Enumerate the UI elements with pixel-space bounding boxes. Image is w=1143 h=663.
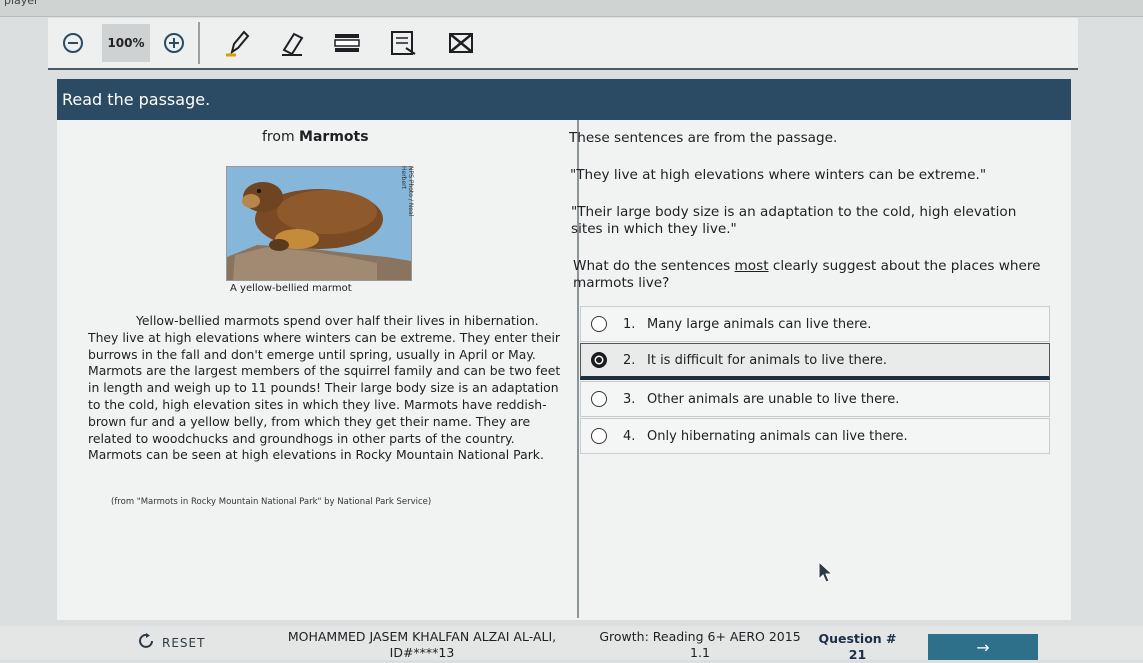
passage-body: Yellow-bellied marmots spend over half t…	[88, 313, 561, 463]
question-number: 21	[848, 647, 867, 662]
toolbar: 100%	[48, 18, 1078, 70]
eraser-icon[interactable]	[274, 26, 308, 60]
radio-button-selected[interactable]	[591, 352, 607, 368]
answer-choice-1[interactable]: 1. Many large animals can live there.	[580, 306, 1050, 342]
pane-divider[interactable]	[577, 120, 579, 618]
student-info: MOHAMMED JASEM KHALFAN ALZAI AL-ALI, ID#…	[267, 629, 577, 661]
highlighter-icon[interactable]	[220, 26, 254, 60]
test-name: Growth: Reading 6+ AERO 2015	[599, 629, 801, 644]
marmot-photo	[226, 166, 412, 281]
question-stem: What do the sentences most clearly sugge…	[573, 258, 1041, 291]
photo-credit: NPS Photo / Neal Herbert	[400, 166, 414, 217]
passage-title: from Marmots	[262, 129, 369, 145]
question-number-display: Question # 21	[815, 631, 900, 663]
question-label: Question #	[818, 631, 897, 646]
question-intro: These sentences are from the passage.	[569, 130, 838, 146]
toolbar-divider	[198, 22, 200, 64]
answer-choice-2[interactable]: 2. It is difficult for animals to live t…	[580, 343, 1050, 380]
choice-number: 3.	[623, 391, 636, 407]
strikethrough-icon[interactable]	[444, 26, 478, 60]
choice-text: Other animals are unable to live there.	[647, 391, 900, 407]
choice-text: It is difficult for animals to live ther…	[647, 352, 887, 368]
line-reader-icon[interactable]	[330, 26, 364, 60]
browser-top-bar: player	[0, 0, 1143, 17]
radio-button[interactable]	[591, 391, 607, 407]
zoom-in-icon[interactable]	[161, 26, 187, 60]
choice-text: Only hibernating animals can live there.	[647, 428, 908, 444]
passage-citation: (from "Marmots in Rocky Mountain Nationa…	[111, 497, 432, 507]
test-info: Growth: Reading 6+ AERO 2015 1.1	[590, 629, 810, 661]
zoom-out-icon[interactable]	[60, 26, 86, 60]
app-title: player	[4, 0, 39, 7]
next-button[interactable]: →	[928, 634, 1038, 660]
instruction-header: Read the passage.	[57, 79, 1071, 120]
quoted-sentence-1: "They live at high elevations where wint…	[570, 167, 987, 183]
answer-choice-3[interactable]: 3. Other animals are unable to live ther…	[580, 381, 1050, 417]
radio-button[interactable]	[591, 428, 607, 444]
quoted-sentence-2: "Their large body size is an adaptation …	[571, 204, 1017, 237]
reset-button[interactable]: RESET	[138, 633, 205, 652]
radio-button[interactable]	[591, 316, 607, 332]
choice-number: 2.	[623, 352, 636, 368]
notepad-icon[interactable]	[386, 26, 420, 60]
choice-number: 4.	[623, 428, 636, 444]
reset-label: RESET	[162, 635, 206, 650]
choice-text: Many large animals can live there.	[647, 316, 872, 332]
photo-caption: A yellow-bellied marmot	[230, 283, 352, 294]
mouse-cursor-icon	[818, 560, 834, 587]
test-version: 1.1	[690, 645, 710, 660]
answer-choice-4[interactable]: 4. Only hibernating animals can live the…	[580, 418, 1050, 454]
student-id: ID#****13	[389, 645, 455, 660]
choice-number: 1.	[623, 316, 636, 332]
zoom-level: 100%	[102, 24, 150, 62]
student-name: MOHAMMED JASEM KHALFAN ALZAI AL-ALI,	[287, 629, 557, 644]
reset-icon	[138, 633, 156, 652]
